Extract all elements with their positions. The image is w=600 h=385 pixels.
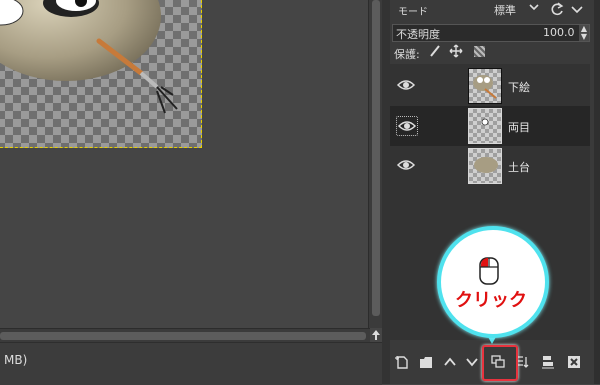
lock-label: 保護: [394, 48, 420, 61]
chevron-down-icon [528, 0, 540, 17]
chevron-down-icon [571, 6, 583, 14]
horizontal-scroll-thumb[interactable] [0, 332, 366, 340]
layer-thumbnail [468, 108, 502, 144]
new-layer-group-icon[interactable] [418, 354, 434, 370]
reset-mode-button[interactable] [548, 0, 568, 18]
reset-icon [551, 2, 564, 16]
vertical-scroll-thumb[interactable] [372, 0, 380, 316]
layer-row[interactable]: 下絵 [390, 66, 590, 106]
duplicate-button-highlight [482, 345, 518, 381]
lock-position-icon[interactable] [449, 44, 463, 58]
new-layer-icon[interactable] [394, 354, 410, 370]
image-layer-boundary [0, 0, 202, 148]
opacity-field[interactable]: 不透明度 100.0 ▲ ▼ [392, 24, 590, 42]
mouse-left-click-icon [479, 257, 499, 285]
merge-layer-icon[interactable] [540, 354, 556, 370]
vertical-scrollbar[interactable] [368, 0, 383, 328]
panel-divider[interactable] [382, 0, 390, 384]
layer-name[interactable]: 下絵 [508, 79, 530, 95]
navigate-icon[interactable] [370, 328, 382, 342]
window-edge [594, 0, 600, 384]
layer-name[interactable]: 土台 [508, 159, 530, 175]
mode-value: 標準 [494, 4, 516, 17]
horizontal-scrollbar[interactable] [0, 328, 370, 343]
mode-label: モード [398, 7, 428, 18]
layer-row[interactable]: 土台 [390, 146, 590, 186]
eye-icon[interactable] [396, 116, 418, 136]
callout-text: クリック [455, 290, 527, 311]
eye-icon[interactable] [396, 156, 416, 174]
wilber-mascot-image [0, 0, 178, 114]
opacity-spin-button[interactable]: ▲ ▼ [579, 25, 589, 41]
panel-menu-button[interactable] [568, 0, 586, 18]
lower-layer-icon[interactable] [464, 354, 480, 370]
delete-layer-icon[interactable] [566, 354, 582, 370]
image-canvas[interactable] [0, 0, 368, 328]
layer-name[interactable]: 両目 [508, 119, 530, 135]
status-text: MB) [4, 353, 28, 367]
status-bar: MB) [0, 342, 382, 385]
layer-row[interactable]: 両目 [390, 106, 590, 146]
mode-select[interactable]: 標準 [490, 0, 540, 18]
raise-layer-icon[interactable] [442, 354, 458, 370]
opacity-label: 不透明度 [396, 28, 440, 41]
opacity-value[interactable]: 100.0 [543, 26, 575, 39]
layer-thumbnail [468, 148, 502, 184]
eye-icon[interactable] [396, 76, 416, 94]
lock-alpha-icon[interactable] [474, 46, 485, 57]
lock-pixels-icon[interactable] [428, 44, 442, 58]
layer-thumbnail [468, 68, 502, 104]
